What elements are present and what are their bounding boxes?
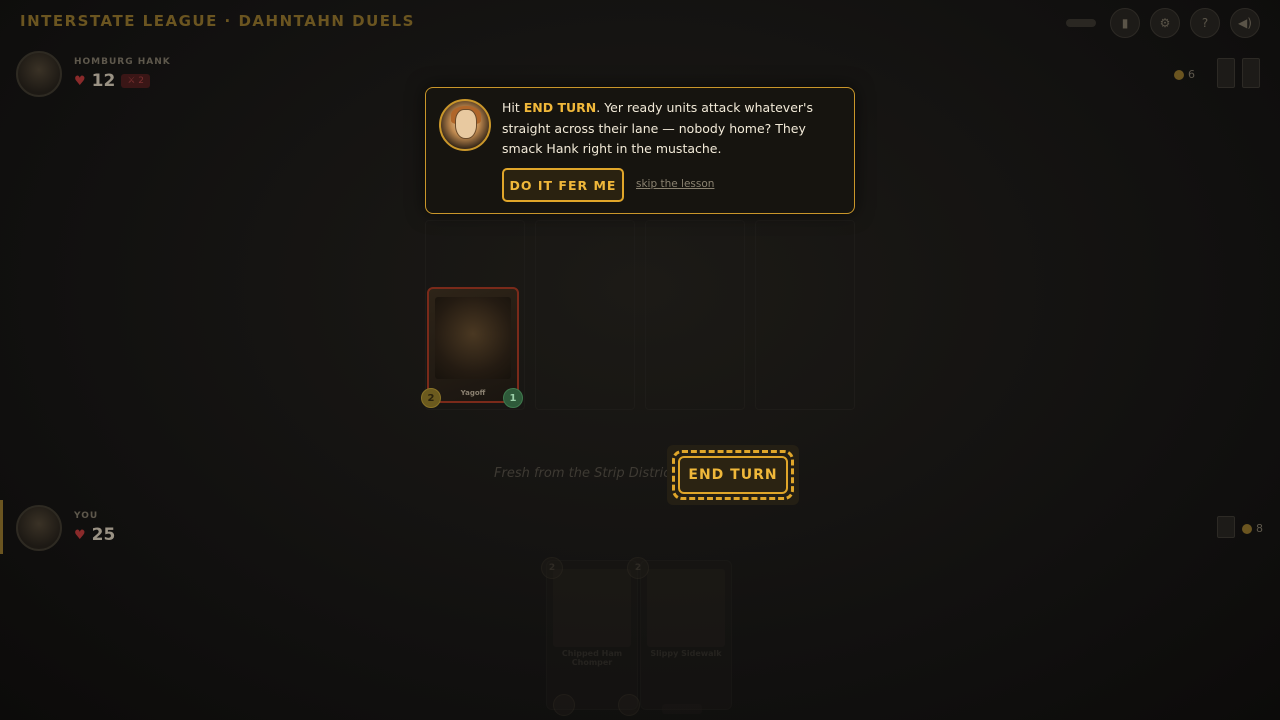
opponent-deck-button[interactable]: [1217, 58, 1235, 88]
heart-icon: ♥: [74, 527, 86, 543]
hand-card-cost: 2: [541, 557, 563, 579]
opponent-hp: 12: [91, 71, 116, 91]
tutorial-keyword: END TURN: [523, 100, 597, 115]
end-turn-button[interactable]: END TURN: [678, 456, 788, 494]
lane-2[interactable]: [535, 220, 635, 410]
sound-icon[interactable]: ◀): [1230, 8, 1260, 38]
deck-icon[interactable]: ▮: [1110, 8, 1140, 38]
board-unit-card[interactable]: Yagoff: [427, 287, 519, 403]
unit-health: 1: [503, 388, 523, 408]
opponent-name: HOMBURG HANK: [74, 57, 171, 67]
gear-icon[interactable]: ⚙: [1150, 8, 1180, 38]
hand-card-health: [618, 694, 640, 716]
player-coins: 8: [1242, 522, 1263, 535]
hand-card-name: Slippy Sidewalk: [650, 649, 722, 658]
active-player-marker: [0, 500, 3, 554]
hand-card-tag: [662, 704, 702, 714]
guide-portrait: [439, 99, 491, 151]
player-coin-count: 8: [1256, 522, 1263, 535]
coin-icon: [1242, 523, 1252, 534]
tutorial-popup: Hit END TURN. Yer ready units attack wha…: [425, 87, 855, 214]
player-panel: YOU ♥ 25: [16, 505, 115, 551]
player-name: YOU: [74, 511, 99, 521]
top-toolbar: ▮ ⚙ ? ◀): [1066, 8, 1260, 38]
tutorial-message: Hit END TURN. Yer ready units attack wha…: [502, 98, 842, 160]
hand-card-attack: [553, 694, 575, 716]
player-hp: 25: [91, 525, 116, 545]
heart-icon: ♥: [74, 73, 86, 89]
lane-3[interactable]: [645, 220, 745, 410]
hand-card-name: Chipped Ham Chomper: [561, 649, 623, 667]
opponent-discard-button[interactable]: [1242, 58, 1260, 88]
hand-card[interactable]: Slippy Sidewalk: [640, 560, 732, 710]
unit-attack: 2: [421, 388, 441, 408]
player-deck-button[interactable]: [1217, 516, 1235, 538]
hand-card-cost: 2: [627, 557, 649, 579]
opponent-attack-badge: ⚔ 2: [121, 74, 150, 88]
do-it-for-me-button[interactable]: DO IT FER ME: [502, 168, 624, 202]
game-title: INTERSTATE LEAGUE · DAHNTAHN DUELS: [20, 12, 415, 30]
tutorial-text-before: Hit: [502, 100, 524, 115]
flavor-text: Fresh from the Strip District: [494, 466, 676, 481]
help-icon[interactable]: ?: [1190, 8, 1220, 38]
hand-card[interactable]: Chipped Ham Chomper: [546, 560, 638, 710]
guide-face: [455, 109, 477, 139]
unit-art: [435, 297, 511, 379]
opponent-coin-count: 6: [1188, 68, 1195, 81]
player-avatar: [16, 505, 62, 551]
opponent-coins: 6: [1174, 68, 1195, 81]
lane-4[interactable]: [755, 220, 855, 410]
skip-lesson-link[interactable]: skip the lesson: [636, 178, 714, 190]
opponent-panel: HOMBURG HANK ♥ 12 ⚔ 2: [16, 51, 171, 97]
hand-card-art: [553, 569, 631, 647]
coin-icon: [1174, 69, 1184, 80]
hand-card-art: [647, 569, 725, 647]
opponent-avatar: [16, 51, 62, 97]
status-pill: [1066, 19, 1096, 27]
